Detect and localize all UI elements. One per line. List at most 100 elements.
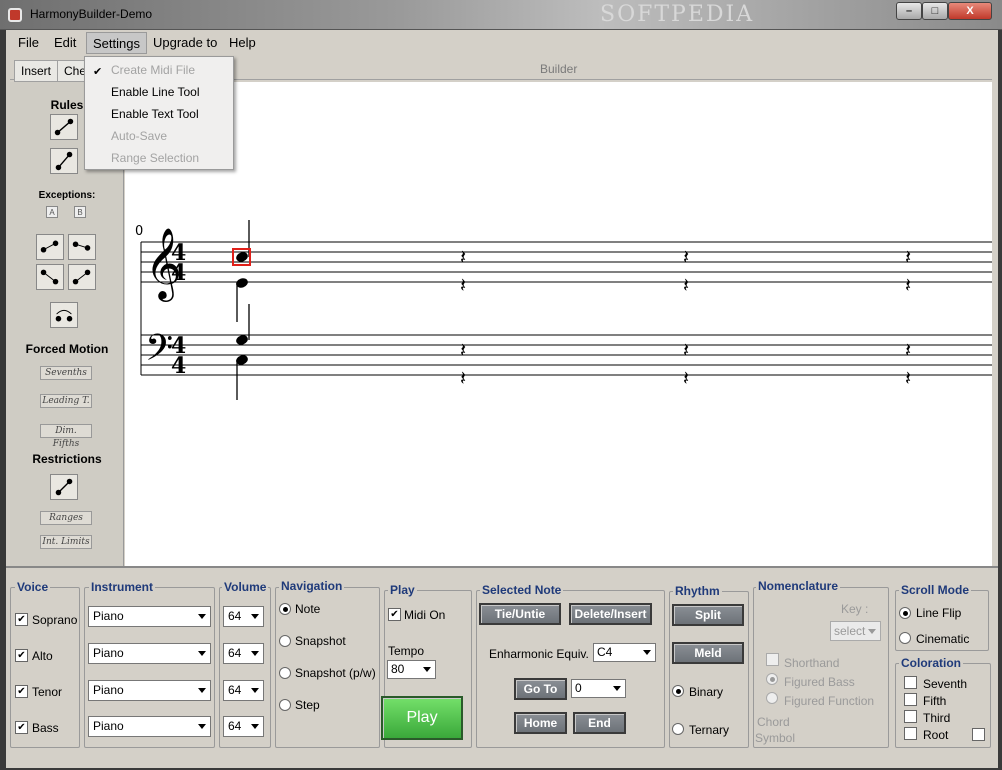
tenor-label: Tenor [32, 685, 63, 699]
menu-help[interactable]: Help [223, 32, 262, 54]
goto-select[interactable]: 0 [571, 679, 626, 698]
ranges-button[interactable]: Ranges [40, 511, 92, 525]
enharmonic-select[interactable]: C4 [593, 643, 656, 662]
exception-b-button[interactable]: B [74, 206, 86, 218]
maximize-button[interactable]: □ [922, 2, 948, 20]
watermark: SOFTPEDIA [600, 2, 755, 27]
menu-enable-text-tool[interactable]: Enable Text Tool [111, 107, 199, 121]
measure-number: 0 [135, 224, 143, 239]
volume-select-alto[interactable]: 64 [223, 643, 264, 664]
home-button[interactable]: Home [514, 712, 567, 734]
nav-note-radio[interactable] [279, 603, 291, 615]
goto-button[interactable]: Go To [514, 678, 567, 700]
binary-radio[interactable] [672, 685, 684, 697]
nav-step-label: Step [295, 698, 320, 712]
shorthand-checkbox [766, 653, 779, 666]
instrument-select-bass[interactable]: Piano [88, 716, 211, 737]
restrictions-title: Restrictions [32, 452, 102, 466]
builder-label: Builder [540, 62, 578, 76]
quarter-rest: 𝄽 [460, 366, 466, 390]
close-button[interactable]: X [948, 2, 992, 20]
end-button[interactable]: End [573, 712, 626, 734]
instrument-select-soprano[interactable]: Piano [88, 606, 211, 627]
volume-title: Volume [222, 580, 269, 594]
menu-auto-save: Auto-Save [111, 129, 168, 143]
exception-icon-1[interactable] [36, 234, 64, 260]
menu-settings[interactable]: Settings [86, 32, 147, 54]
nav-step-radio[interactable] [279, 699, 291, 711]
third-checkbox[interactable] [904, 710, 917, 723]
chord-symbol-label-1: Chord [757, 715, 790, 729]
instrument-select-alto[interactable]: Piano [88, 643, 211, 664]
dim-fifths-button[interactable]: Dim. Fifths [40, 424, 92, 449]
instrument-value: Piano [93, 683, 124, 697]
third-label: Third [923, 711, 951, 725]
midi-on-checkbox[interactable]: ✔ [388, 608, 401, 621]
rule-voice-crossing-icon[interactable] [50, 148, 78, 174]
alto-checkbox[interactable]: ✔ [15, 649, 28, 662]
tenor-checkbox[interactable]: ✔ [15, 685, 28, 698]
play-title: Play [388, 583, 417, 597]
coloration-extra-checkbox[interactable] [972, 728, 985, 741]
rule-parallel-icon[interactable] [50, 114, 78, 140]
quarter-rest: 𝄽 [905, 273, 911, 297]
chevron-down-icon [643, 650, 651, 655]
score-canvas[interactable]: 0 𝄞 4 4 𝄢 4 4 𝄽 𝄽 𝄽 𝄽 𝄽 𝄽 𝄽 𝄽 𝄽 𝄽 𝄽 𝄽 [125, 82, 992, 566]
key-select: select [830, 621, 881, 641]
exceptions-title: Exceptions: [38, 190, 96, 201]
play-button[interactable]: Play [381, 696, 463, 740]
exception-icon-3[interactable] [36, 264, 64, 290]
nav-snapshot-label: Snapshot [295, 634, 346, 648]
menu-upgrade[interactable]: Upgrade to [147, 32, 223, 54]
tempo-select[interactable]: 80 [387, 660, 436, 679]
figured-function-label: Figured Function [784, 694, 875, 708]
exception-icon-4[interactable] [68, 264, 96, 290]
nav-snapshot-radio[interactable] [279, 635, 291, 647]
leading-tone-button[interactable]: Leading T. [40, 394, 92, 408]
cinematic-label: Cinematic [916, 632, 970, 646]
line-flip-radio[interactable] [899, 607, 911, 619]
tie-untie-button[interactable]: Tie/Untie [479, 603, 561, 625]
nav-snapshot-pw-radio[interactable] [279, 667, 291, 679]
selected-note-title: Selected Note [480, 583, 564, 597]
instrument-value: Piano [93, 719, 124, 733]
tempo-value: 80 [391, 662, 405, 676]
menu-edit[interactable]: Edit [48, 32, 82, 54]
figured-function-radio [766, 692, 778, 704]
seventh-label: Seventh [923, 677, 968, 691]
quarter-rest: 𝄽 [905, 245, 911, 269]
tab-insert[interactable]: Insert [14, 60, 59, 82]
volume-select-bass[interactable]: 64 [223, 716, 264, 737]
minimize-button[interactable]: – [896, 2, 922, 20]
seventh-checkbox[interactable] [904, 676, 917, 689]
int-limits-button[interactable]: Int. Limits [40, 535, 92, 549]
menu-enable-line-tool[interactable]: Enable Line Tool [111, 85, 200, 99]
restriction-icon[interactable] [50, 474, 78, 500]
binary-label: Binary [689, 685, 724, 699]
app-icon[interactable] [8, 8, 22, 22]
volume-value: 64 [228, 646, 242, 660]
tie-rule-icon[interactable] [50, 302, 78, 328]
soprano-checkbox[interactable]: ✔ [15, 613, 28, 626]
menu-file[interactable]: File [12, 32, 45, 54]
fifth-checkbox[interactable] [904, 693, 917, 706]
chord-symbol-label-2: Symbol [755, 731, 796, 745]
split-button[interactable]: Split [672, 604, 744, 626]
cinematic-radio[interactable] [899, 632, 911, 644]
meld-button[interactable]: Meld [672, 642, 744, 664]
sevenths-button[interactable]: Sevenths [40, 366, 92, 380]
exception-icon-2[interactable] [68, 234, 96, 260]
shorthand-label: Shorthand [784, 656, 840, 670]
volume-select-soprano[interactable]: 64 [223, 606, 264, 627]
soprano-label: Soprano [32, 613, 78, 627]
exception-a-button[interactable]: A [46, 206, 58, 218]
figured-bass-radio [766, 673, 778, 685]
rhythm-title: Rhythm [673, 584, 722, 598]
ternary-radio[interactable] [672, 723, 684, 735]
instrument-select-tenor[interactable]: Piano [88, 680, 211, 701]
voice-title: Voice [15, 580, 51, 594]
delete-insert-button[interactable]: Delete/Insert [569, 603, 652, 625]
root-checkbox[interactable] [904, 727, 917, 740]
volume-select-tenor[interactable]: 64 [223, 680, 264, 701]
bass-checkbox[interactable]: ✔ [15, 721, 28, 734]
